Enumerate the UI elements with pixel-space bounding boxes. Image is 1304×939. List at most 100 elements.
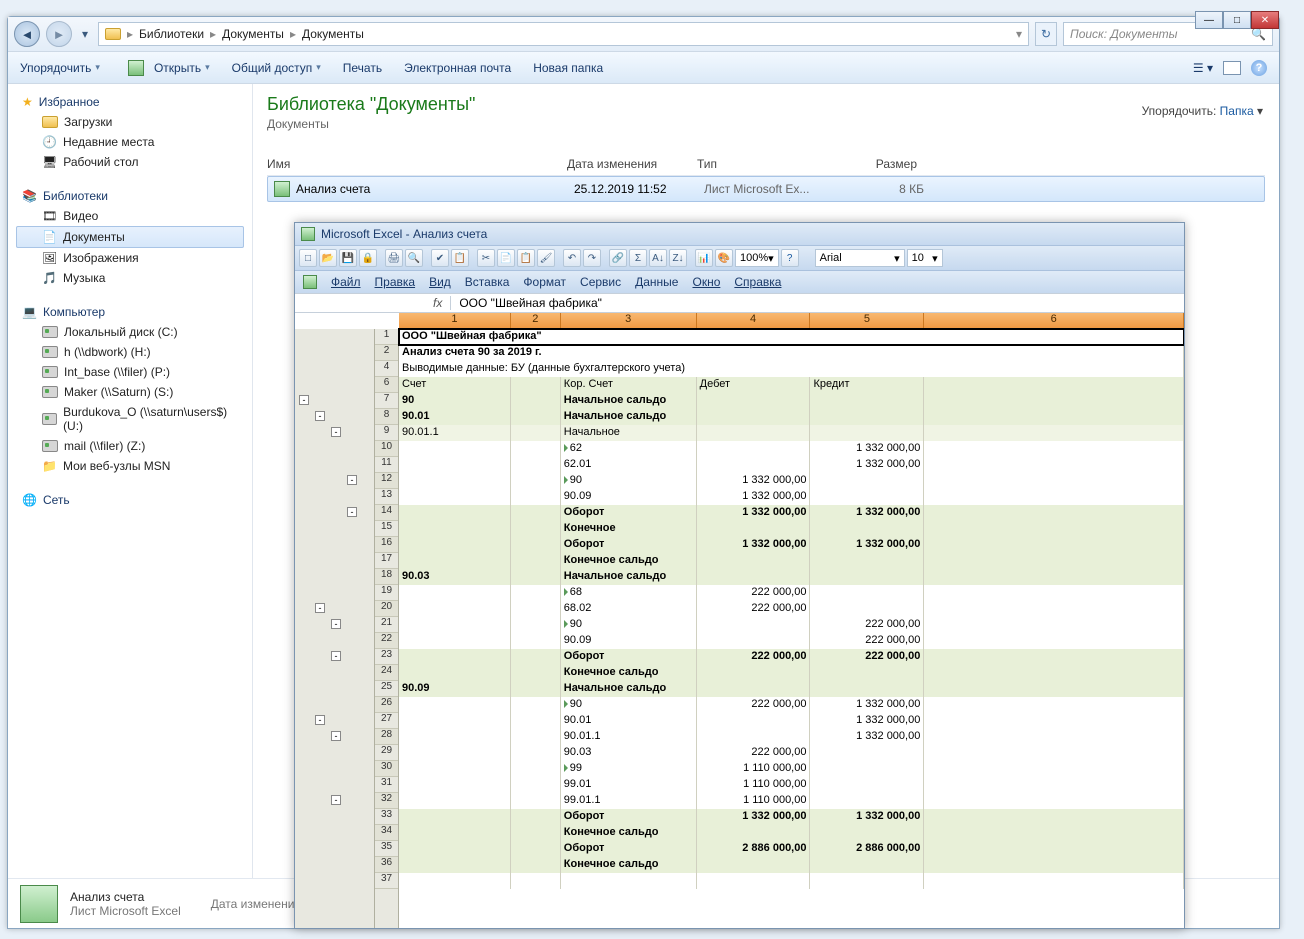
- col-date[interactable]: Дата изменения: [567, 157, 697, 171]
- nav-network[interactable]: 🌐Сеть: [12, 490, 248, 510]
- open-icon[interactable]: 📂: [319, 249, 337, 267]
- menu-file[interactable]: Файл: [331, 275, 361, 289]
- help-icon[interactable]: ?: [1251, 60, 1267, 76]
- nav-drive-p[interactable]: Int_base (\\filer) (P:): [12, 362, 248, 382]
- email-button[interactable]: Электронная почта: [404, 61, 511, 75]
- share-button[interactable]: Общий доступ: [232, 61, 321, 75]
- bc-documents[interactable]: Документы: [222, 27, 284, 41]
- breadcrumb[interactable]: ▸ Библиотеки▸ Документы▸ Документы ▾: [98, 22, 1029, 46]
- nav-music[interactable]: 🎵Музыка: [12, 268, 248, 288]
- refresh-button[interactable]: ↻: [1035, 22, 1057, 46]
- formula-value[interactable]: ООО "Швейная фабрика": [451, 296, 610, 310]
- folder-icon: [42, 116, 58, 128]
- help2-icon[interactable]: ?: [781, 249, 799, 267]
- nav-drive-h[interactable]: h (\\dbwork) (H:): [12, 342, 248, 362]
- print-icon[interactable]: 🖨: [385, 249, 403, 267]
- excel-window: Microsoft Excel - Анализ счета □ 📂 💾 🔒 🖨…: [294, 222, 1185, 929]
- menu-data[interactable]: Данные: [635, 275, 678, 289]
- cells-area[interactable]: ООО "Швейная фабрика"Анализ счета 90 за …: [399, 329, 1184, 928]
- details-filetype: Лист Microsoft Excel: [70, 904, 181, 918]
- nav-drive-s[interactable]: Maker (\\Saturn) (S:): [12, 382, 248, 402]
- row-header-col[interactable]: 1246789101112131415161718192021222324252…: [375, 329, 399, 928]
- fx-icon[interactable]: fx: [425, 296, 451, 310]
- chart-icon[interactable]: 📊: [695, 249, 713, 267]
- nav-recent[interactable]: 🕘Недавние места: [12, 132, 248, 152]
- formula-bar: fx ООО "Швейная фабрика": [295, 293, 1184, 313]
- col-size[interactable]: Размер: [837, 157, 917, 171]
- video-icon: 🎞: [42, 209, 57, 223]
- spellcheck-icon[interactable]: ✔: [431, 249, 449, 267]
- drive-icon: [42, 326, 58, 338]
- column-headers[interactable]: Имя Дата изменения Тип Размер: [267, 153, 1265, 176]
- nav-drive-u[interactable]: Burdukova_O (\\saturn\users$) (U:): [12, 402, 248, 436]
- nav-msn[interactable]: 📁Мои веб-узлы MSN: [12, 456, 248, 476]
- nav-drive-z[interactable]: mail (\\filer) (Z:): [12, 436, 248, 456]
- save-icon[interactable]: 💾: [339, 249, 357, 267]
- excel-file-icon[interactable]: [303, 275, 317, 289]
- close-button[interactable]: ✕: [1251, 11, 1279, 29]
- cut-icon[interactable]: ✂: [477, 249, 495, 267]
- menu-format[interactable]: Формат: [523, 275, 566, 289]
- drawing-icon[interactable]: 🎨: [715, 249, 733, 267]
- address-bar: ◄ ► ▾ ▸ Библиотеки▸ Документы▸ Документы…: [8, 17, 1279, 52]
- preview-pane-button[interactable]: [1223, 61, 1241, 75]
- nav-favorites[interactable]: ★Избранное: [12, 92, 248, 112]
- zoom-combo[interactable]: 100% ▾: [735, 249, 779, 267]
- recent-icon: 🕘: [42, 135, 57, 149]
- nav-videos[interactable]: 🎞Видео: [12, 206, 248, 226]
- sortdesc-icon[interactable]: Z↓: [669, 249, 687, 267]
- fontsize-combo[interactable]: 10▾: [907, 249, 943, 267]
- col-name[interactable]: Имя: [267, 157, 567, 171]
- undo-icon[interactable]: ↶: [563, 249, 581, 267]
- drive-icon: [42, 413, 57, 425]
- nav-computer[interactable]: 💻Компьютер: [12, 302, 248, 322]
- back-button[interactable]: ◄: [14, 21, 40, 47]
- file-row[interactable]: Анализ счета 25.12.2019 11:52 Лист Micro…: [267, 176, 1265, 202]
- excel-titlebar: Microsoft Excel - Анализ счета: [295, 223, 1184, 245]
- organize-button[interactable]: Упорядочить: [20, 61, 100, 75]
- outline-pane[interactable]: -----------: [295, 329, 375, 928]
- nav-drive-c[interactable]: Локальный диск (C:): [12, 322, 248, 342]
- library-title: Библиотека "Документы": [267, 94, 1265, 115]
- forward-button[interactable]: ►: [46, 21, 72, 47]
- desktop-icon: 🖥: [42, 155, 57, 169]
- col-type[interactable]: Тип: [697, 157, 837, 171]
- sortasc-icon[interactable]: A↓: [649, 249, 667, 267]
- menu-insert[interactable]: Вставка: [465, 275, 510, 289]
- maximize-button[interactable]: □: [1223, 11, 1251, 29]
- formatpainter-icon[interactable]: 🖌: [537, 249, 555, 267]
- new-folder-button[interactable]: Новая папка: [533, 61, 603, 75]
- nav-pictures[interactable]: 🖼Изображения: [12, 248, 248, 268]
- window-controls: — □ ✕: [1195, 11, 1279, 29]
- menu-help[interactable]: Справка: [734, 275, 781, 289]
- column-header-row[interactable]: 1 2 3 4 5 6: [399, 313, 1184, 329]
- hyperlink-icon[interactable]: 🔗: [609, 249, 627, 267]
- print-button[interactable]: Печать: [343, 61, 382, 75]
- nav-desktop[interactable]: 🖥Рабочий стол: [12, 152, 248, 172]
- menu-view[interactable]: Вид: [429, 275, 451, 289]
- minimize-button[interactable]: —: [1195, 11, 1223, 29]
- research-icon[interactable]: 📋: [451, 249, 469, 267]
- bc-documents2[interactable]: Документы: [302, 27, 364, 41]
- excel-file-icon: [274, 181, 290, 197]
- view-button[interactable]: ☰ ▾: [1193, 61, 1213, 75]
- autosum-icon[interactable]: Σ: [629, 249, 647, 267]
- open-button[interactable]: Открыть: [122, 60, 210, 76]
- menu-window[interactable]: Окно: [692, 275, 720, 289]
- arrange-by[interactable]: Упорядочить: Папка ▾: [1142, 104, 1263, 118]
- nav-downloads[interactable]: Загрузки: [12, 112, 248, 132]
- paste-icon[interactable]: 📋: [517, 249, 535, 267]
- nav-libraries[interactable]: 📚Библиотеки: [12, 186, 248, 206]
- search-placeholder: Поиск: Документы: [1070, 27, 1178, 41]
- nav-documents[interactable]: 📄Документы: [16, 226, 244, 248]
- font-combo[interactable]: Arial▾: [815, 249, 905, 267]
- permissions-icon[interactable]: 🔒: [359, 249, 377, 267]
- menu-edit[interactable]: Правка: [375, 275, 416, 289]
- preview-icon[interactable]: 🔍: [405, 249, 423, 267]
- copy-icon[interactable]: 📄: [497, 249, 515, 267]
- history-dropdown[interactable]: ▾: [78, 27, 92, 41]
- redo-icon[interactable]: ↷: [583, 249, 601, 267]
- menu-tools[interactable]: Сервис: [580, 275, 621, 289]
- bc-libraries[interactable]: Библиотеки: [139, 27, 204, 41]
- new-icon[interactable]: □: [299, 249, 317, 267]
